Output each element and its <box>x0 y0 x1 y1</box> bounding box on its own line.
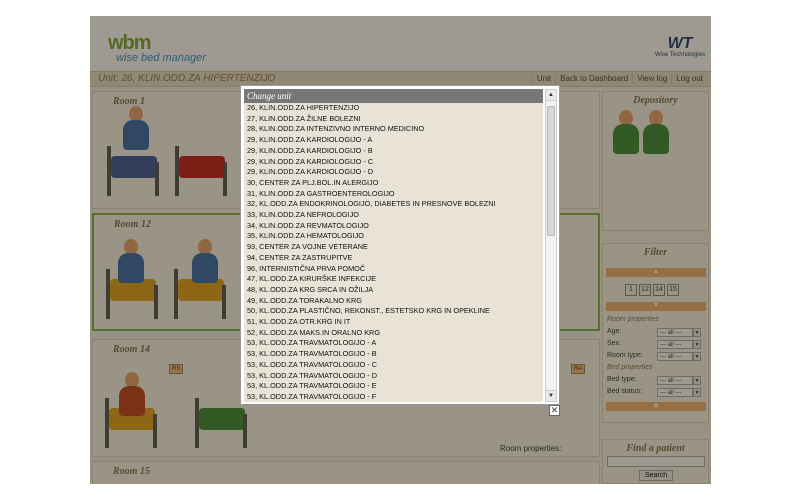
unit-list-item[interactable]: 49, KL.ODD.ZA TORAKALNO KRG <box>244 296 543 307</box>
unit-list-item[interactable]: 53, KL.ODD.ZA TRAVMATOLOGIJO - D <box>244 371 543 382</box>
unit-list-item[interactable]: 32, KL.ODD.ZA ENDOKRINOLOGIJO, DIABETES … <box>244 199 543 210</box>
unit-list-item[interactable]: 53, KL.ODD.ZA TRAVMATOLOGIJO - B <box>244 349 543 360</box>
unit-list-item[interactable]: 48, KL.ODD.ZA KRG SRCA IN OŽILJA <box>244 285 543 296</box>
unit-list-item[interactable]: 53, KL.ODD.ZA TRAVMATOLOGIJO - F <box>244 392 543 402</box>
scrollbar-thumb[interactable] <box>547 106 555 236</box>
unit-list-item[interactable]: 33, KLIN.ODD.ZA NEFROLOGIJO <box>244 210 543 221</box>
unit-list-item[interactable]: 26, KLIN.ODD.ZA HIPERTENZIJO <box>244 103 543 114</box>
unit-list-item[interactable]: 53, KL.ODD.ZA TRAVMATOLOGIJO - E <box>244 381 543 392</box>
unit-list-item[interactable]: 30, CENTER ZA PLJ.BOL.IN ALERGIJO <box>244 178 543 189</box>
unit-list-item[interactable]: 47, KL.ODD.ZA KIRURŠKE INFEKCIJE <box>244 274 543 285</box>
unit-list-item[interactable]: 96, INTERNISTIČNA PRVA POMOČ <box>244 264 543 275</box>
unit-list-item[interactable]: 53, KL.ODD.ZA TRAVMATOLOGIJO - A <box>244 338 543 349</box>
unit-list-item[interactable]: 34, KLIN.ODD.ZA REVMATOLOGIJO <box>244 221 543 232</box>
change-unit-dialog: Change unit 26, KLIN.ODD.ZA HIPERTENZIJO… <box>240 85 560 405</box>
unit-list-item[interactable]: 51, KL.ODD.ZA OTR.KRG IN IT <box>244 317 543 328</box>
unit-list[interactable]: 26, KLIN.ODD.ZA HIPERTENZIJO 27, KLIN.ODD… <box>244 103 543 402</box>
triangle-down-icon[interactable]: ▼ <box>546 390 556 401</box>
dialog-title: Change unit <box>244 89 543 103</box>
unit-list-item[interactable]: 28, KLIN.ODD.ZA INTENZIVNO INTERNO MEDIC… <box>244 124 543 135</box>
unit-list-item[interactable]: 35, KLIN.ODD.ZA HEMATOLOGIJO <box>244 231 543 242</box>
unit-list-item[interactable]: 29, KLIN.ODD.ZA KARDIOLOGIJO - C <box>244 157 543 168</box>
unit-list-item[interactable]: 93, CENTER ZA VOJNE VETERANE <box>244 242 543 253</box>
unit-list-item[interactable]: 29, KLIN.ODD.ZA KARDIOLOGIJO - A <box>244 135 543 146</box>
unit-list-item[interactable]: 53, KL.ODD.ZA TRAVMATOLOGIJO - C <box>244 360 543 371</box>
unit-list-item[interactable]: 52, KL.ODD.ZA MAKS.IN ORALNO KRG <box>244 328 543 339</box>
unit-list-item[interactable]: 94, CENTER ZA ZASTRUPITVE <box>244 253 543 264</box>
scrollbar[interactable]: ▲ ▼ <box>545 89 557 402</box>
triangle-up-icon[interactable]: ▲ <box>546 90 556 101</box>
unit-list-item[interactable]: 29, KLIN.ODD.ZA KARDIOLOGIJO - D <box>244 167 543 178</box>
unit-list-item[interactable]: 29, KLIN.ODD.ZA KARDIOLOGIJO - B <box>244 146 543 157</box>
unit-list-item[interactable]: 50, KL.ODD.ZA PLASTIČNO, REKONST., ESTET… <box>244 306 543 317</box>
unit-list-item[interactable]: 27, KLIN.ODD.ZA ŽILNE BOLEZNI <box>244 114 543 125</box>
close-icon[interactable]: ✕ <box>549 405 560 416</box>
unit-list-item[interactable]: 31, KLIN.ODD.ZA GASTROENTEROLOGIJO <box>244 189 543 200</box>
